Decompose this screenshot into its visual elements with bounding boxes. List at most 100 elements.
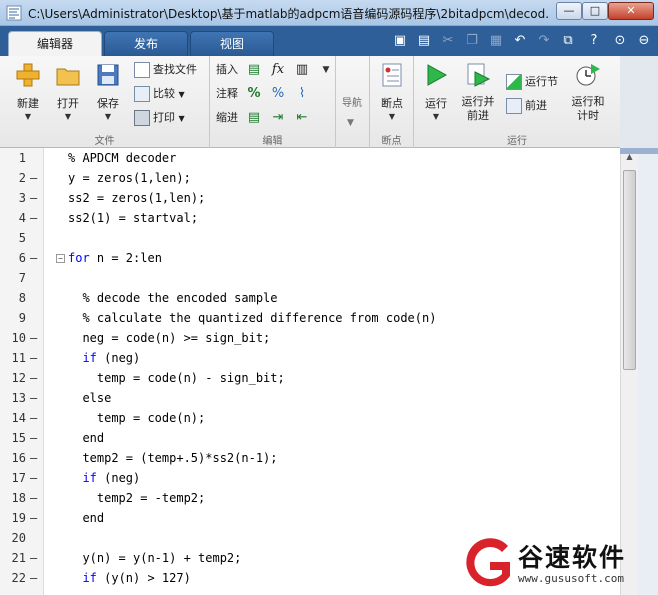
breakpoint-marker[interactable]: — [30,388,40,408]
breakpoints-button[interactable]: 断点 ▼ [374,62,410,121]
run-dropdown-icon[interactable]: ▼ [418,112,454,121]
breakpoint-marker[interactable]: — [30,468,40,488]
line-code[interactable]: end [82,508,104,528]
line-code[interactable]: temp = code(n); [97,408,205,428]
code-line[interactable]: 18 — temp2 = -temp2; [0,488,620,508]
find-files-button[interactable]: 查找文件 [134,60,197,80]
line-code[interactable]: ss2 = zeros(1,len); [68,188,205,208]
undo-icon[interactable]: ↶ [510,31,530,51]
line-code[interactable]: temp2 = (temp+.5)*ss2(n-1); [82,448,277,468]
insert-dropdown-icon[interactable]: ▼ [316,60,336,80]
code-line[interactable]: 12 — temp = code(n) - sign_bit; [0,368,620,388]
code-editor[interactable]: 1 % APDCM decoder 2 — y = zeros(1,len); 3 — ss2… [0,148,658,595]
smart-indent-icon[interactable]: ▤ [244,108,264,128]
save-dropdown-icon[interactable]: ▼ [90,112,126,121]
code-line[interactable]: 19 — end [0,508,620,528]
fx-icon[interactable]: fx [268,60,288,80]
minimize-button[interactable]: — [556,2,582,20]
tab-publish[interactable]: 发布 [104,31,188,56]
expand-ribbon-icon[interactable]: ⊙ [610,31,630,51]
open-button[interactable]: 打开 ▼ [50,62,86,121]
insert-section-icon[interactable]: ▤ [244,60,264,80]
line-code[interactable]: if (neg) [82,348,140,368]
wrap-comment-icon[interactable]: ⌇ [292,84,312,104]
breakpoint-marker[interactable]: — [30,168,40,188]
code-line[interactable]: 6 — − for n = 2:len [0,248,620,268]
breakpoint-marker[interactable]: — [30,188,40,208]
code-line[interactable]: 16 — temp2 = (temp+.5)*ss2(n-1); [0,448,620,468]
uncomment-icon[interactable]: % [268,84,288,104]
code-line[interactable]: 2 — y = zeros(1,len); [0,168,620,188]
comment-icon[interactable]: % [244,84,264,104]
code-line[interactable]: 7 [0,268,620,288]
line-code[interactable]: neg = code(n) >= sign_bit; [82,328,270,348]
vertical-scrollbar[interactable]: ▲ [620,148,638,595]
maximize-button[interactable]: □ [582,2,608,20]
line-code[interactable]: y(n) = y(n-1) + temp2; [82,548,241,568]
line-code[interactable]: else [82,388,111,408]
breakpoint-marker[interactable]: — [30,428,40,448]
code-line[interactable]: 10 — neg = code(n) >= sign_bit; [0,328,620,348]
breakpoint-marker[interactable]: — [30,348,40,368]
save-button[interactable]: 保存 ▼ [90,62,126,121]
breakpoint-marker[interactable]: — [30,508,40,528]
line-code[interactable]: % APDCM decoder [68,148,176,168]
line-code[interactable]: end [82,428,104,448]
scrollbar-thumb[interactable] [623,170,636,370]
run-section-button[interactable]: 运行节 [506,72,558,92]
breakpoint-marker[interactable]: — [30,328,40,348]
code-line[interactable]: 11 — if (neg) [0,348,620,368]
code-line[interactable]: 13 — else [0,388,620,408]
code-line[interactable]: 17 — if (neg) [0,468,620,488]
help-icon[interactable]: ? [584,31,604,51]
code-line[interactable]: 1 % APDCM decoder [0,148,620,168]
print-button[interactable]: 打印 ▼ [134,108,185,128]
line-code[interactable]: if (neg) [82,468,140,488]
breakpoints-dropdown-icon[interactable]: ▼ [374,112,410,121]
line-code[interactable]: y = zeros(1,len); [68,168,191,188]
code-line[interactable]: 14 — temp = code(n); [0,408,620,428]
code-line[interactable]: 9 % calculate the quantized difference fr… [0,308,620,328]
minimize-ribbon-icon[interactable]: ⊖ [634,31,654,51]
decrease-indent-icon[interactable]: ⇤ [292,108,312,128]
copy-icon[interactable]: ❐ [462,31,482,51]
save-quick-icon[interactable]: ▤ [414,31,434,51]
code-line[interactable]: 15 — end [0,428,620,448]
breakpoint-marker[interactable]: — [30,488,40,508]
run-and-time-button[interactable]: 运行和 计时 [566,62,610,123]
dock-icon[interactable]: ▣ [390,31,410,51]
cut-icon[interactable]: ✂ [438,31,458,51]
switch-windows-icon[interactable]: ⧉ [558,31,578,51]
fold-toggle-icon[interactable]: − [56,254,65,263]
new-button[interactable]: 新建 ▼ [10,62,46,121]
navigate-group[interactable]: 导航 ▼ [336,56,370,148]
compare-button[interactable]: 比较 ▼ [134,84,185,104]
code-line[interactable]: 5 [0,228,620,248]
line-code[interactable]: temp2 = -temp2; [97,488,205,508]
breakpoint-marker[interactable]: — [30,208,40,228]
line-code[interactable]: if (y(n) > 127) [82,568,190,588]
close-button[interactable]: ✕ [608,2,654,20]
advance-button[interactable]: 前进 [506,96,547,116]
navigate-dropdown-icon[interactable]: ▼ [347,118,354,128]
line-code[interactable]: temp = code(n) - sign_bit; [97,368,285,388]
run-button[interactable]: 运行 ▼ [418,62,454,121]
tab-editor[interactable]: 编辑器 [8,31,102,56]
breakpoint-marker[interactable]: — [30,548,40,568]
tab-view[interactable]: 视图 [190,31,274,56]
paste-icon[interactable]: ▦ [486,31,506,51]
increase-indent-icon[interactable]: ⇥ [268,108,288,128]
line-code[interactable]: ss2(1) = startval; [68,208,198,228]
editor-splitter[interactable] [620,148,658,154]
code-line[interactable]: 3 — ss2 = zeros(1,len); [0,188,620,208]
code-line[interactable]: 4 — ss2(1) = startval; [0,208,620,228]
breakpoint-marker[interactable]: — [30,448,40,468]
line-code[interactable]: % decode the encoded sample [82,288,277,308]
new-dropdown-icon[interactable]: ▼ [10,112,46,121]
breakpoint-marker[interactable]: — [30,408,40,428]
insert-function-icon[interactable]: ▥ [292,60,312,80]
code-line[interactable]: 8 % decode the encoded sample [0,288,620,308]
run-and-advance-button[interactable]: 运行并 前进 [458,62,498,123]
breakpoint-marker[interactable]: — [30,248,40,268]
breakpoint-marker[interactable]: — [30,368,40,388]
